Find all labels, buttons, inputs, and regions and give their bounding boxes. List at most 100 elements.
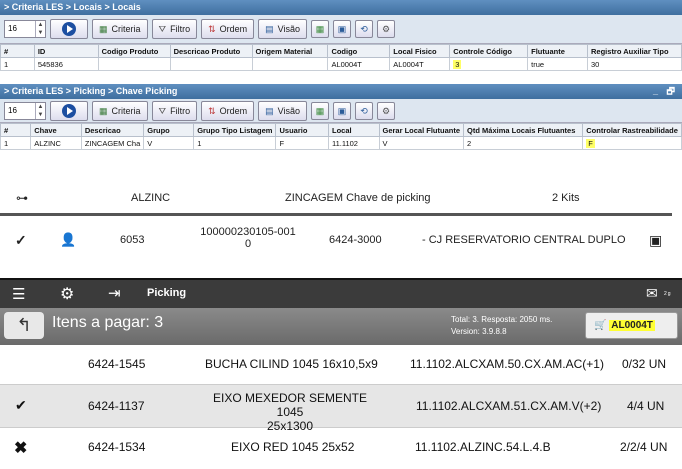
column-header-9[interactable]: Registro Auxiliar Tipo (587, 44, 682, 58)
user-icon: 👤 (60, 232, 77, 247)
column-header-6[interactable]: Local Fisico (389, 44, 451, 58)
refresh-icon[interactable]: ⟲ (355, 101, 374, 120)
pick-location: 11.1102.ALCXAM.50.CX.AM.AC(+1) (410, 357, 604, 371)
login-icon[interactable]: ⇥ (108, 284, 121, 302)
save-icon[interactable]: ▣ (333, 20, 352, 38)
filtro-button[interactable]: ⛛ Filtro (151, 100, 198, 121)
cell-9: 30 (587, 57, 682, 71)
order-row[interactable]: ✓ 👤 6053 100000230105-001 0 6424-3000 - C… (0, 220, 672, 266)
column-header-9[interactable]: Controlar Rastreabilidade (582, 123, 682, 137)
mail-icon[interactable]: ✉ (646, 285, 658, 302)
cell-6: AL0004T (389, 57, 451, 71)
cell-7: V (378, 136, 465, 150)
ordem-button[interactable]: ⇅ Ordem (201, 19, 255, 39)
cart-location-button[interactable]: 🛒 AL0004T (585, 312, 678, 339)
key-description: ZINCAGEM Chave de picking (285, 192, 431, 204)
view-icon: ▤ (265, 24, 274, 34)
filter-icon: ⛛ (158, 24, 167, 34)
column-header-0[interactable]: # (0, 123, 32, 137)
window-title: > Criteria LES > Picking > Chave Picking (4, 86, 178, 96)
product-code: 6424-3000 (329, 234, 382, 246)
export-excel-icon[interactable]: ▦ (311, 20, 330, 38)
column-header-2[interactable]: Codigo Produto (97, 44, 171, 58)
locais-table: # ID Codigo Produto Descricao Produto Origem… (0, 44, 682, 71)
column-header-7[interactable]: Controle Código (449, 44, 529, 58)
gear-icon[interactable]: ⚙ (60, 284, 74, 304)
cell-4 (251, 57, 329, 71)
cell-3 (169, 57, 253, 71)
column-header-4[interactable]: Grupo Tipo Listagem (193, 123, 277, 137)
chave-picking-table: # Chave Descricao Grupo Grupo Tipo Listagem U… (0, 123, 682, 150)
pick-quantity: 0/32 UN (622, 357, 667, 371)
cell-9: F (582, 136, 682, 150)
cell-5: AL0004T (327, 57, 391, 71)
run-button[interactable] (50, 19, 88, 39)
save-icon[interactable]: ▣ (333, 101, 352, 120)
window-title-bar: > Criteria LES > Picking > Chave Picking… (0, 84, 682, 99)
criteria-icon: ▦ (99, 24, 108, 34)
column-header-2[interactable]: Descricao (80, 123, 145, 137)
pick-row[interactable]: 6424-1545 BUCHA CILIND 1045 16x10,5x9 11… (0, 345, 682, 385)
filtro-button[interactable]: ⛛ Filtro (151, 19, 198, 39)
criteria-button[interactable]: ▦ Criteria (92, 100, 148, 121)
pick-code: 6424-1137 (88, 399, 145, 413)
column-header-0[interactable]: # (0, 44, 35, 58)
spinner-arrows-icon[interactable]: ▲ ▼ (35, 21, 45, 37)
status-bar: ↰ Itens a pagar: 3 Total: 3. Resposta: 2… (0, 308, 682, 345)
page-size-spinner[interactable]: 16 ▲ ▼ (4, 20, 46, 38)
pick-description: EIXO MEXEDOR SEMENTE 1045 25x1300 (212, 391, 368, 433)
table-row[interactable]: 1 545836 AL0004T AL0004T 3 true 30 (0, 57, 682, 71)
ordem-button[interactable]: ⇅ Ordem (201, 100, 255, 121)
locais-window: > Criteria LES > Locais > Locais 16 ▲ ▼ ▦ C… (0, 0, 682, 71)
column-header-1[interactable]: Chave (30, 123, 82, 137)
key-row[interactable]: ⊶ ALZINC ZINCAGEM Chave de picking 2 Kit… (0, 186, 672, 212)
export-excel-icon[interactable]: ▦ (311, 101, 330, 120)
play-icon (62, 103, 76, 118)
cell-2 (97, 57, 171, 71)
refresh-icon[interactable]: ⟲ (355, 20, 374, 38)
spinner-arrows-icon[interactable]: ▲ ▼ (35, 102, 45, 119)
mail-badge: 2 g (664, 291, 671, 297)
table-row[interactable]: 1 ALZINC ZINCAGEM Cha V 1 F 11.1102 V 2 F (0, 136, 682, 150)
column-header-4[interactable]: Origem Material (251, 44, 329, 58)
criteria-icon: ▦ (99, 105, 108, 116)
cell-6: 11.1102 (327, 136, 380, 150)
menu-icon[interactable]: ☰ (12, 285, 25, 303)
window-controls[interactable]: _ 🗗 (653, 84, 678, 99)
run-button[interactable] (50, 100, 88, 121)
cell-1: ALZINC (30, 136, 82, 150)
back-button[interactable]: ↰ (4, 312, 44, 339)
column-header-8[interactable]: Flutuante (527, 44, 589, 58)
settings-icon[interactable]: ⚙ (377, 101, 396, 120)
column-header-7[interactable]: Gerar Local Flutuante (378, 123, 465, 137)
sort-icon: ⇅ (208, 105, 216, 116)
key-icon: ⊶ (16, 191, 28, 205)
pick-quantity: 4/4 UN (627, 399, 665, 413)
page-size-spinner[interactable]: 16 ▲ ▼ (4, 101, 46, 120)
pick-code: 6424-1545 (88, 357, 146, 371)
column-header-8[interactable]: Qtd Máxima Locais Flutuantes (463, 123, 584, 137)
pick-row[interactable]: ✔ 6424-1137 EIXO MEXEDOR SEMENTE 1045 25x… (0, 385, 682, 433)
window-title-bar: > Criteria LES > Locais > Locais (0, 0, 682, 15)
column-header-5[interactable]: Usuario (275, 123, 329, 137)
pick-row[interactable]: ✖ 6424-1534 EIXO RED 1045 25x52 11.1102.… (0, 428, 682, 469)
product-description: - CJ RESERVATORIO CENTRAL DUPLO (422, 234, 626, 246)
column-header-5[interactable]: Codigo (327, 44, 391, 58)
cell-8: true (527, 57, 589, 71)
app-title: Picking (147, 287, 187, 299)
column-header-3[interactable]: Descricao Produto (169, 44, 253, 58)
visao-button[interactable]: ▤ Visão (258, 19, 308, 39)
column-header-1[interactable]: ID (33, 44, 99, 58)
criteria-button[interactable]: ▦ Criteria (92, 19, 148, 39)
column-header-3[interactable]: Grupo (143, 123, 195, 137)
visao-button[interactable]: ▤ Visão (258, 100, 308, 121)
settings-icon[interactable]: ⚙ (377, 20, 396, 38)
table-header: # ID Codigo Produto Descricao Produto Origem… (0, 44, 682, 58)
cell-8: 2 (463, 136, 584, 150)
pick-quantity: 2/2/4 UN (620, 440, 668, 454)
column-header-6[interactable]: Local (327, 123, 380, 137)
check-icon: ✓ (15, 232, 27, 248)
pick-description: BUCHA CILIND 1045 16x10,5x9 (205, 357, 378, 371)
key-code: ALZINC (131, 192, 171, 204)
cell-3: V (143, 136, 195, 150)
